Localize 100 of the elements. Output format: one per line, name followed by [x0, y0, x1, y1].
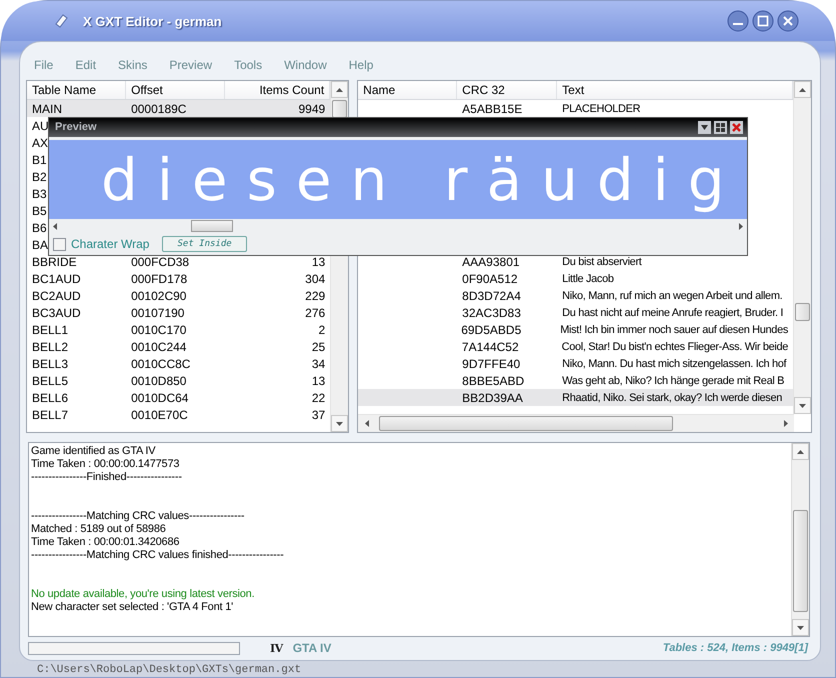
tile-icon[interactable]	[714, 120, 727, 134]
table-cell-text: BELL2	[31, 338, 70, 355]
table-row[interactable]: B6	[27, 219, 47, 236]
table-row[interactable]: BB2D39AA Rhaatid, Niko. Sei stark, okay? Ich werde diesen	[358, 389, 793, 406]
table-row[interactable]: 0F90A512 Little Jacob	[358, 270, 793, 287]
table-row[interactable]: AAA93801 Du bist abserviert	[358, 253, 793, 270]
table-cell-text: Cool, Star! Du bist'n echtes Flieger-Ass. Wir beide	[560, 340, 789, 354]
table-cell-text: MAIN	[31, 100, 63, 117]
game-logo: IV	[270, 642, 283, 654]
column-header[interactable]: CRC 32	[457, 81, 558, 99]
table-cell-text: BELL5	[31, 372, 70, 389]
table-row[interactable]: BELL1 0010C170 2	[27, 321, 330, 338]
table-row[interactable]: B2	[27, 168, 47, 185]
maximize-icon[interactable]	[752, 10, 774, 32]
scroll-up-icon[interactable]	[336, 88, 344, 92]
window-title: X GXT Editor - german	[83, 14, 222, 28]
scroll-thumb[interactable]	[793, 510, 808, 612]
scroll-down-icon[interactable]	[797, 626, 804, 630]
vertical-scrollbar[interactable]	[791, 443, 809, 636]
table-cell-text: BC3AUD	[31, 304, 82, 321]
app-icon	[53, 13, 69, 29]
table-row[interactable]: AX	[27, 134, 48, 151]
table-cell-text: 8BBE5ABD	[461, 372, 526, 389]
table-cell-text: 37	[310, 406, 326, 423]
table-cell-text: A5ABB15E	[461, 100, 524, 117]
table-row[interactable]: MAIN 0000189C 9949	[27, 100, 330, 117]
table-cell-text: 22	[310, 390, 326, 406]
column-header[interactable]: Name	[358, 81, 458, 99]
table-row[interactable]: BC3AUD 00107190 276	[27, 304, 330, 321]
table-row[interactable]: BELL5 0010D850 13	[27, 372, 330, 389]
table-row[interactable]: 69D5ABD5 Mist! Ich bin immer noch sauer auf diesen Hundes	[358, 321, 793, 338]
scroll-right-icon[interactable]	[784, 420, 788, 427]
table-row[interactable]: B1	[27, 151, 47, 168]
table-cell-text: 32AC3D83	[461, 304, 522, 321]
preview-title: Preview	[55, 121, 97, 134]
log-line: Matched : 5189 out of 58986	[31, 523, 167, 536]
table-row[interactable]: AU	[27, 117, 49, 134]
table-cell-text: 69D5ABD5	[460, 322, 522, 338]
table-cell-text: BELL6	[31, 390, 70, 406]
scroll-thumb[interactable]	[795, 303, 810, 321]
table-row[interactable]: BELL2 0010C244 25	[27, 338, 330, 355]
checkbox[interactable]	[53, 238, 66, 251]
column-header[interactable]: Table Name	[27, 81, 126, 99]
scroll-down-icon[interactable]	[336, 422, 344, 426]
table-row[interactable]: B3	[27, 185, 47, 202]
vertical-scrollbar[interactable]	[793, 81, 811, 414]
table-row[interactable]: BELL6 0010DC64 22	[27, 389, 330, 406]
scroll-left-icon[interactable]	[364, 420, 369, 427]
close-icon[interactable]	[777, 10, 799, 32]
table-cell-text: 0010DC64	[130, 390, 190, 406]
horizontal-scrollbar[interactable]	[358, 414, 794, 432]
table-cell-text: BELL3	[31, 356, 70, 372]
scroll-thumb[interactable]	[332, 100, 348, 118]
scroll-thumb[interactable]	[191, 220, 233, 232]
scroll-left-icon[interactable]	[53, 222, 57, 230]
table-cell-text: Rhaatid, Niko. Sei stark, okay? Ich werde diesen	[561, 390, 783, 406]
table-cell-text: 0010D850	[130, 372, 188, 389]
table-cell-text: 00107190	[130, 304, 186, 321]
table-cell-text: 276	[304, 304, 326, 321]
game-label: GTA IV	[292, 641, 332, 655]
table-cell-text: 8D3D72A4	[461, 288, 522, 304]
table-row[interactable]: BBRIDE 000FCD38 13	[27, 253, 330, 270]
table-row[interactable]: 8D3D72A4 Niko, Mann, ruf mich an wegen Arbeit und allem.	[358, 287, 793, 304]
table-row[interactable]: BC2AUD 00102C90 229	[27, 287, 330, 304]
table-cell-text: 0F90A512	[461, 270, 519, 287]
table-row[interactable]: 7A144C52 Cool, Star! Du bist'n echtes Flieger-Ass. Wir beide	[358, 338, 793, 355]
table-row[interactable]: 32AC3D83 Du hast nicht auf meine Anrufe reagiert, Bruder. I	[358, 304, 793, 321]
scroll-up-icon[interactable]	[797, 450, 804, 454]
table-row[interactable]: 9D7FFE40 Niko, Mann. Du hast mich sitzengelassen. Ich hof	[358, 355, 793, 372]
scroll-right-icon[interactable]	[739, 222, 743, 230]
close-icon[interactable]	[730, 120, 743, 134]
table-row[interactable]: 8BBE5ABD Was geht ab, Niko? Ich hänge gerade mit Real B	[358, 372, 793, 389]
table-cell-text: Was geht ab, Niko? Ich hänge gerade mit Real B	[561, 374, 786, 388]
log-line: ----------------Finished----------------	[31, 471, 183, 484]
minimize-icon[interactable]	[727, 10, 749, 32]
table-cell-text: BELL7	[31, 406, 70, 423]
table-cell-text: 0010E70C	[130, 406, 189, 423]
log-line: New character set selected : 'GTA 4 Font 1'	[31, 601, 234, 614]
table-row[interactable]: A5ABB15E PLACEHOLDER	[358, 100, 793, 117]
table-cell-text: Du hast nicht auf meine Anrufe reagiert, Bruder. I	[561, 306, 784, 320]
table-row[interactable]: B5	[27, 202, 47, 219]
scroll-thumb[interactable]	[379, 416, 674, 431]
table-cell-text: 304	[304, 270, 326, 287]
table-row[interactable]: BC1AUD 000FD178 304	[27, 270, 330, 287]
table-cell-text: BC1AUD	[31, 270, 82, 287]
table-cell-text: 9D7FFE40	[461, 356, 522, 372]
scroll-down-icon[interactable]	[799, 404, 806, 408]
table-cell-text: 2	[317, 322, 326, 338]
file-path: C:\Users\RoboLap\Desktop\GXTs\german.gxt	[36, 664, 302, 676]
table-cell-text: BELL1	[31, 322, 70, 338]
dropdown-icon[interactable]	[698, 120, 711, 134]
table-cell-text: Little Jacob	[561, 272, 615, 286]
set-inside-button[interactable]: Set Inside	[162, 236, 247, 252]
table-row[interactable]: BA	[27, 236, 48, 253]
table-cell-text: 229	[304, 288, 326, 304]
column-header[interactable]: Offset	[126, 81, 226, 99]
table-row[interactable]: BELL3 0010CC8C 34	[27, 355, 330, 372]
scroll-up-icon[interactable]	[799, 88, 806, 92]
log-line: Game identified as GTA IV	[31, 445, 156, 458]
table-row[interactable]: BELL7 0010E70C 37	[27, 406, 330, 423]
